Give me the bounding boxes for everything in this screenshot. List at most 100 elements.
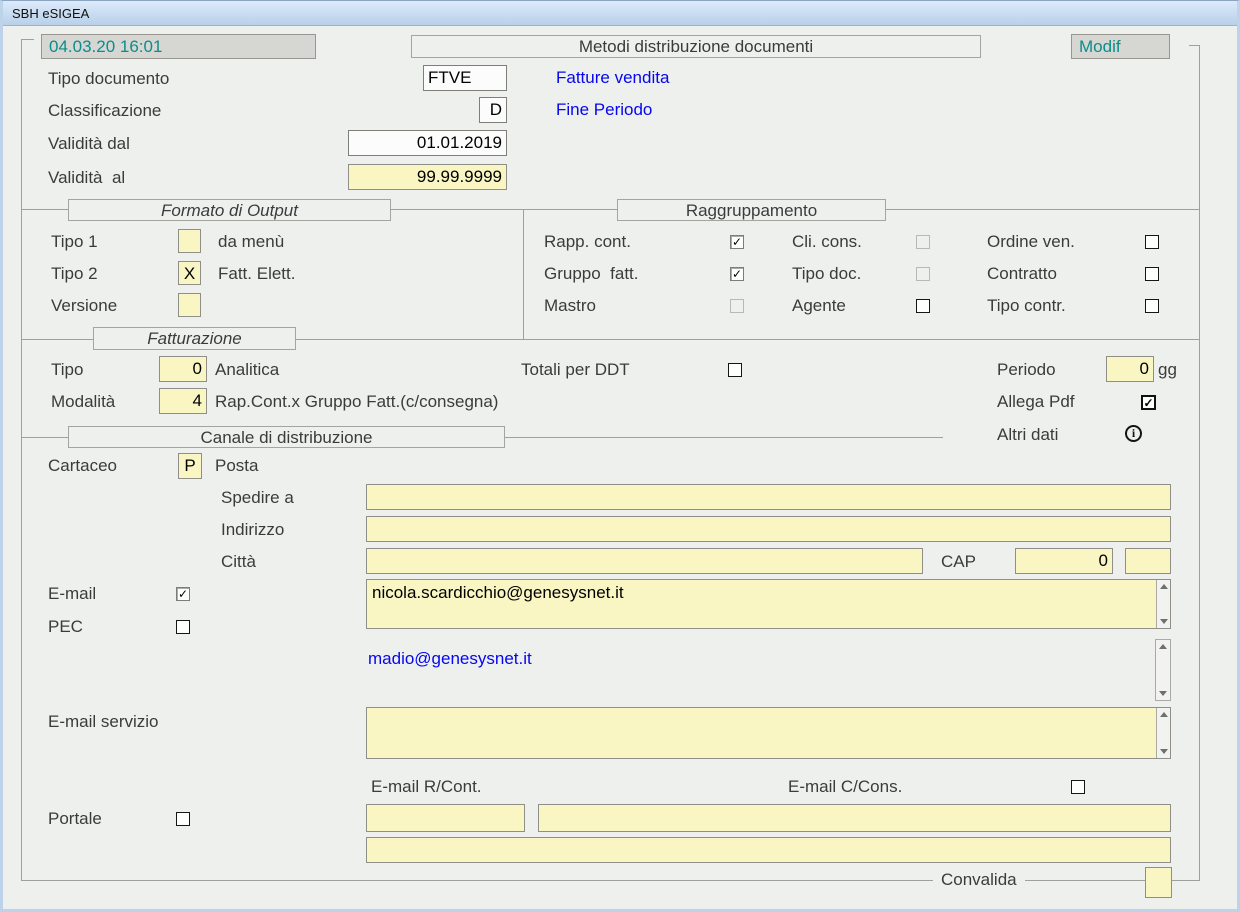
email-ccons-field[interactable] [538, 804, 1171, 832]
agente-checkbox[interactable] [916, 299, 930, 313]
modalita-field[interactable]: 4 [159, 388, 207, 414]
frame-tick-top-left [21, 39, 34, 40]
fatt-tipo-field[interactable]: 0 [159, 356, 207, 382]
tipo-contr-checkbox[interactable] [1145, 299, 1159, 313]
email-textarea[interactable]: nicola.scardicchio@genesysnet.it [366, 579, 1171, 629]
mastro-checkbox[interactable] [730, 299, 744, 313]
portale-checkbox[interactable] [176, 812, 190, 826]
email-ccons-checkbox[interactable] [1071, 780, 1085, 794]
divider [21, 339, 93, 340]
tipo2-desc: Fatt. Elett. [218, 264, 295, 284]
spedire-a-field[interactable] [366, 484, 1171, 510]
divider [21, 437, 68, 438]
tipo-documento-field[interactable]: FTVE [423, 65, 507, 91]
ordine-ven-label: Ordine ven. [987, 232, 1075, 252]
cap-extra-field[interactable] [1125, 548, 1171, 574]
totali-ddt-checkbox[interactable] [728, 363, 742, 377]
portale-label: Portale [48, 809, 102, 829]
rapp-cont-label: Rapp. cont. [544, 232, 631, 252]
divider [296, 339, 1199, 340]
gruppo-fatt-label: Gruppo fatt. [544, 264, 639, 284]
raggruppamento-header: Raggruppamento [617, 199, 886, 221]
window-titlebar[interactable]: SBH eSIGEA [3, 1, 1237, 26]
email-rcont-field[interactable] [366, 804, 525, 832]
scroll-up-icon[interactable] [1160, 584, 1168, 589]
citta-label: Città [221, 552, 256, 572]
tipo2-field[interactable]: X [178, 261, 201, 285]
cli-cons-checkbox[interactable] [916, 235, 930, 249]
validita-al-label: Validità al [48, 168, 125, 188]
cartaceo-desc: Posta [215, 456, 258, 476]
scroll-down-icon[interactable] [1159, 691, 1167, 696]
email-servizio-scrollbar[interactable] [1156, 708, 1170, 758]
tipo-documento-desc: Fatture vendita [556, 68, 669, 88]
window-title: SBH eSIGEA [12, 6, 89, 21]
scroll-down-icon[interactable] [1160, 619, 1168, 624]
email-servizio-textarea[interactable] [366, 707, 1171, 759]
frame-left [21, 39, 22, 881]
fatt-tipo-label: Tipo [51, 360, 83, 380]
versione-label: Versione [51, 296, 117, 316]
cap-label: CAP [941, 552, 976, 572]
divider [886, 209, 1199, 210]
cartaceo-label: Cartaceo [48, 456, 117, 476]
classificazione-field[interactable]: D [479, 97, 507, 123]
divider [21, 209, 68, 210]
validita-al-field[interactable]: 99.99.9999 [348, 164, 507, 190]
tipo-doc-checkbox[interactable] [916, 267, 930, 281]
periodo-label: Periodo [997, 360, 1056, 380]
convalida-label: Convalida [933, 870, 1025, 890]
convalida-field[interactable] [1145, 867, 1172, 898]
email-servizio-label: E-mail servizio [48, 712, 159, 732]
cartaceo-field[interactable]: P [178, 453, 202, 479]
extra-line-field[interactable] [366, 837, 1171, 863]
tipo1-desc: da menù [218, 232, 284, 252]
allega-pdf-checkbox[interactable]: ✓ [1141, 395, 1156, 410]
classificazione-desc: Fine Periodo [556, 100, 652, 120]
periodo-unit: gg [1158, 360, 1177, 380]
email-checkbox[interactable]: ✓ [176, 587, 190, 601]
periodo-field[interactable]: 0 [1106, 356, 1154, 382]
cap-field[interactable]: 0 [1015, 548, 1113, 574]
totali-ddt-label: Totali per DDT [521, 360, 630, 380]
rapp-cont-checkbox[interactable]: ✓ [730, 235, 744, 249]
ordine-ven-checkbox[interactable] [1145, 235, 1159, 249]
gruppo-fatt-checkbox[interactable]: ✓ [730, 267, 744, 281]
pec-label: PEC [48, 617, 83, 637]
citta-field[interactable] [366, 548, 923, 574]
tipo1-field[interactable] [178, 229, 201, 253]
email-value: nicola.scardicchio@genesysnet.it [367, 580, 1156, 628]
email-scrollbar[interactable] [1156, 580, 1170, 628]
email-ccons-label: E-mail C/Cons. [788, 777, 902, 797]
indirizzo-field[interactable] [366, 516, 1171, 542]
classificazione-label: Classificazione [48, 101, 161, 121]
modalita-desc: Rap.Cont.x Gruppo Fatt.(c/consegna) [215, 392, 498, 412]
pec-checkbox[interactable] [176, 620, 190, 634]
indirizzo-label: Indirizzo [221, 520, 284, 540]
email-rcont-label: E-mail R/Cont. [371, 777, 482, 797]
fatturazione-header: Fatturazione [93, 327, 296, 350]
contratto-checkbox[interactable] [1145, 267, 1159, 281]
formato-output-header: Formato di Output [68, 199, 391, 221]
canale-header: Canale di distribuzione [68, 426, 505, 448]
contratto-label: Contratto [987, 264, 1057, 284]
modalita-label: Modalità [51, 392, 115, 412]
email-label: E-mail [48, 584, 96, 604]
tipo-documento-label: Tipo documento [48, 69, 169, 89]
agente-label: Agente [792, 296, 846, 316]
info-icon[interactable]: i [1125, 425, 1142, 442]
scroll-up-icon[interactable] [1159, 644, 1167, 649]
divider [391, 209, 617, 210]
app-window: SBH eSIGEA 04.03.20 16:01 Metodi distrib… [0, 0, 1240, 912]
scroll-up-icon[interactable] [1160, 712, 1168, 717]
validita-dal-field[interactable]: 01.01.2019 [348, 130, 507, 156]
altri-dati-label: Altri dati [997, 425, 1058, 445]
tipo1-label: Tipo 1 [51, 232, 98, 252]
versione-field[interactable] [178, 293, 201, 317]
tipo-doc-label: Tipo doc. [792, 264, 861, 284]
mastro-label: Mastro [544, 296, 596, 316]
spedire-a-label: Spedire a [221, 488, 294, 508]
email-secondary-scrollbar[interactable] [1155, 639, 1171, 701]
email-secondary-text: madio@genesysnet.it [368, 649, 532, 669]
scroll-down-icon[interactable] [1160, 749, 1168, 754]
